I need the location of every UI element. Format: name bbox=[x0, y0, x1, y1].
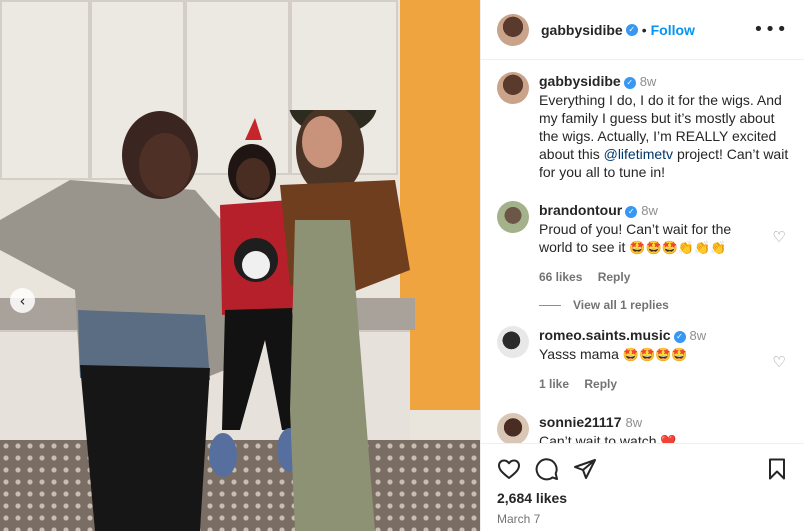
author-avatar[interactable] bbox=[497, 13, 529, 46]
replies-divider bbox=[539, 304, 561, 306]
caption: gabbysidibe ✓ 8w Everything I do, I do it … bbox=[497, 72, 789, 181]
comments-scroll-area[interactable]: gabbysidibe ✓ 8w Everything I do, I do it … bbox=[481, 60, 804, 443]
commenter-username[interactable]: romeo.saints.music bbox=[539, 327, 671, 343]
share-icon[interactable] bbox=[573, 457, 597, 481]
author-username[interactable]: gabbysidibe bbox=[541, 22, 623, 38]
comment-time[interactable]: 8w bbox=[690, 328, 707, 343]
comment-emojis: ❤️ bbox=[660, 435, 677, 443]
comment-icon[interactable] bbox=[535, 457, 559, 481]
separator: • bbox=[641, 21, 647, 38]
comment-emojis: 🤩🤩🤩🤩 bbox=[622, 348, 688, 363]
commenter-avatar[interactable] bbox=[497, 201, 529, 233]
chevron-left-icon: ‹ bbox=[19, 291, 26, 310]
caption-avatar[interactable] bbox=[497, 72, 529, 104]
comment-text: Can’t wait to watch bbox=[539, 433, 661, 443]
reply-button[interactable]: Reply bbox=[598, 270, 631, 284]
view-replies-button[interactable]: View all 1 replies bbox=[539, 298, 789, 312]
comment: romeo.saints.music ✓ 8w Yasss mama 🤩🤩🤩🤩 1 … bbox=[497, 326, 789, 393]
comment-text: Yasss mama bbox=[539, 346, 623, 362]
comment-emojis: 🤩🤩🤩👏👏👏 bbox=[629, 241, 727, 256]
verified-badge-icon: ✓ bbox=[625, 206, 638, 218]
comment-like-heart-icon[interactable]: ♡ bbox=[771, 229, 787, 245]
verified-badge-icon: ✓ bbox=[623, 77, 636, 89]
commenter-avatar[interactable] bbox=[497, 413, 529, 443]
post-date[interactable]: March 7 bbox=[497, 512, 789, 526]
comment: sonnie211178w Can’t wait to watch ❤️ ♡ bbox=[497, 413, 789, 443]
previous-photo-button[interactable]: ‹ bbox=[10, 288, 35, 313]
heart-icon[interactable] bbox=[497, 457, 521, 481]
caption-username[interactable]: gabbysidibe bbox=[539, 73, 621, 89]
follow-button[interactable]: Follow bbox=[651, 22, 695, 38]
more-options-icon[interactable]: ••• bbox=[753, 19, 788, 40]
comment-likes[interactable]: 1 like bbox=[539, 377, 569, 391]
comment-like-heart-icon[interactable]: ♡ bbox=[771, 354, 787, 370]
commenter-username[interactable]: brandontour bbox=[539, 202, 622, 218]
caption-mention-link[interactable]: @lifetimetv bbox=[604, 146, 673, 162]
people-illustration bbox=[0, 110, 410, 531]
commenter-username[interactable]: sonnie21117 bbox=[539, 414, 622, 430]
post-photo[interactable]: ‹ bbox=[0, 0, 480, 531]
caption-time[interactable]: 8w bbox=[640, 74, 657, 89]
post-actions: 2,684 likes March 7 bbox=[481, 443, 804, 531]
reply-button[interactable]: Reply bbox=[584, 377, 617, 391]
commenter-avatar[interactable] bbox=[497, 326, 529, 358]
view-replies-label: View all 1 replies bbox=[573, 298, 669, 312]
post-likes-count[interactable]: 2,684 likes bbox=[497, 490, 789, 506]
comment-likes[interactable]: 66 likes bbox=[539, 270, 582, 284]
comment-time[interactable]: 8w bbox=[641, 203, 658, 218]
post-side-panel: gabbysidibe ✓ • Follow ••• gabbysidibe ✓ 8… bbox=[480, 0, 804, 531]
comment: brandontour ✓ 8w Proud of you! Can’t wait … bbox=[497, 201, 789, 286]
bookmark-icon[interactable] bbox=[765, 457, 789, 481]
verified-badge-icon: ✓ bbox=[673, 331, 686, 343]
post-header: gabbysidibe ✓ • Follow ••• bbox=[481, 0, 804, 60]
verified-badge-icon: ✓ bbox=[625, 23, 638, 36]
comment-time[interactable]: 8w bbox=[626, 415, 643, 430]
